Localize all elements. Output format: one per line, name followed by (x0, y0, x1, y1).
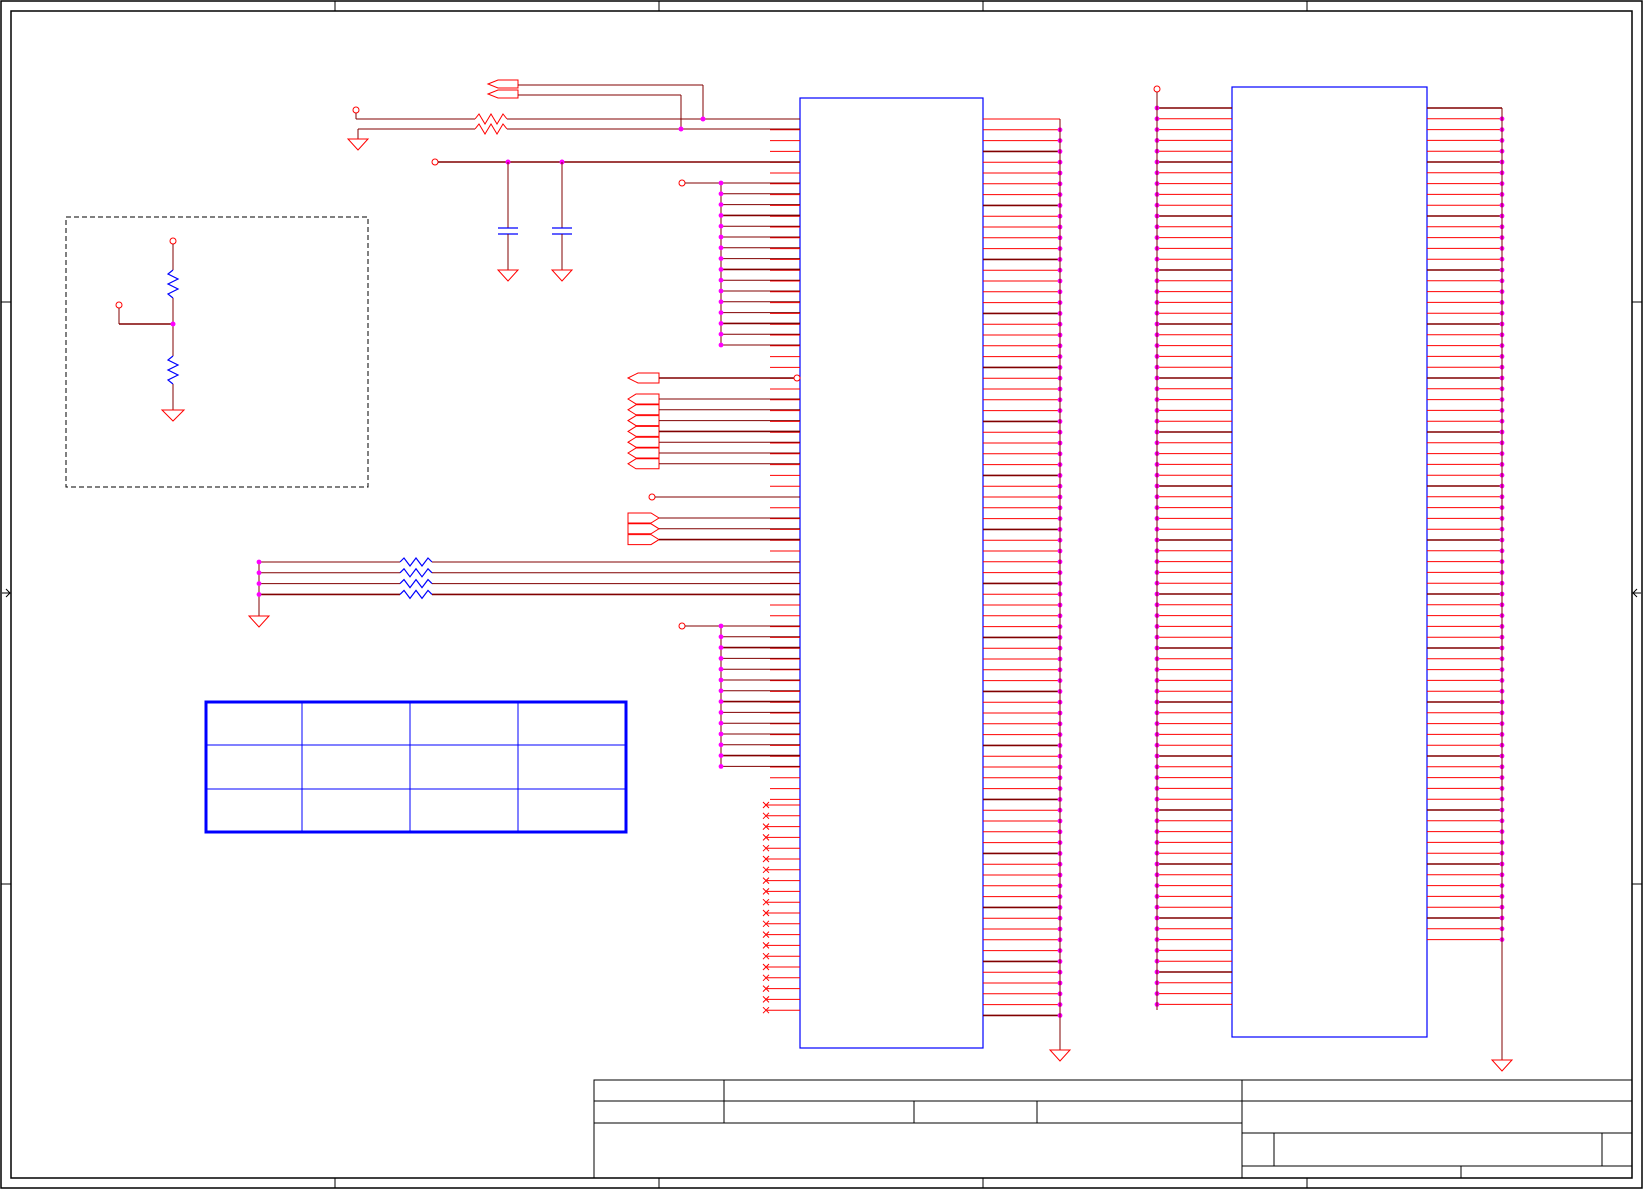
resistor-r1 (474, 113, 508, 125)
junction-dot (718, 677, 724, 683)
junction-dot (256, 570, 262, 576)
junction-dot (718, 191, 724, 197)
sheet-outer-border (0, 0, 1643, 1189)
connector-right-body (1231, 86, 1428, 1038)
ground-symbol-c1 (496, 269, 520, 282)
offpage-connector-2 (486, 89, 519, 99)
junction-dot (718, 753, 724, 758)
decoupling-caps (431, 158, 800, 282)
junction-dot (718, 623, 724, 629)
junction-dot (718, 645, 724, 650)
power-pin-3 (648, 493, 656, 501)
junction-dot (256, 559, 262, 565)
junction-dot (718, 256, 724, 261)
junction-dot (718, 234, 724, 240)
power-pin-bus-b (678, 622, 686, 630)
divider-resistor-top (166, 269, 180, 299)
connector-right-right-pins (1427, 107, 1505, 942)
connector-left-right-pins (983, 118, 1063, 1018)
offpage-connector (627, 415, 660, 427)
title-block (593, 1079, 1633, 1179)
junction-dot (718, 342, 724, 348)
resistor-r2 (474, 123, 508, 135)
ground-symbol-1 (346, 138, 370, 151)
junction-dot (718, 742, 724, 748)
power-pin-bus-a (678, 179, 686, 187)
sheet-inner-border (10, 10, 1633, 1179)
power-pin-2 (431, 158, 439, 166)
offpage-connector (627, 534, 660, 546)
junction-dot (718, 331, 724, 337)
resistor-array-element (399, 557, 433, 567)
junction-dot (256, 581, 262, 586)
junction-dot (718, 277, 724, 283)
junction-dot (718, 634, 724, 640)
junction-dot (718, 656, 724, 661)
voltage-divider-inset (65, 216, 369, 488)
connector-left-left-pins (770, 118, 800, 800)
connector-right (1154, 86, 1505, 1038)
pulled-up-bus-b (678, 622, 800, 769)
offpage-connector-3 (626, 372, 660, 384)
resistor-array-element (399, 578, 433, 589)
no-connect-pins (762, 801, 800, 1014)
top-resistor-network (346, 79, 800, 151)
power-pin-bus-2 (1153, 85, 1161, 93)
junction-dot (718, 731, 724, 737)
junction-dot (718, 764, 724, 769)
junction-dot (718, 267, 724, 272)
offpage-connector (627, 447, 660, 459)
divider-output-pin (115, 301, 123, 309)
junction-dot (718, 688, 724, 694)
config-table-border (204, 700, 628, 834)
connector-left (770, 97, 1063, 1049)
divider-power-pin (169, 237, 177, 245)
offpage-connector (627, 436, 660, 448)
ground-symbol-bus-2 (1490, 1059, 1514, 1072)
connector-left-body (799, 97, 984, 1049)
junction-dot (256, 592, 262, 597)
power-pin-1 (352, 106, 360, 114)
offpage-connector-1 (486, 79, 519, 89)
junction-dot (718, 223, 724, 229)
ground-symbol-bus-1 (1048, 1049, 1072, 1062)
ground-symbol-c2 (550, 269, 574, 282)
divider-ground (160, 409, 186, 422)
junction-dot (718, 666, 724, 672)
junction-dot (718, 299, 724, 305)
offpage-connector (627, 404, 660, 416)
offpage-connector (627, 425, 660, 437)
junction-dot (718, 245, 724, 251)
junction-dot (718, 710, 724, 715)
divider-resistor-bottom (166, 355, 180, 385)
offpage-connector (627, 393, 660, 405)
config-table (204, 700, 628, 834)
resistor-array-ground (247, 615, 271, 628)
resistor-array-element (399, 567, 433, 578)
zone-ticks (1, 1, 1642, 1188)
junction-dot (718, 288, 724, 294)
junction-dot (718, 202, 724, 208)
schematic-sheet (0, 0, 1643, 1189)
offpage-connector (627, 512, 660, 524)
resistor-array-element (399, 589, 433, 600)
junction-dot (718, 213, 724, 218)
connector-right-left-pins (1154, 105, 1232, 1007)
junction-dot (718, 720, 724, 726)
resistor-array (247, 557, 800, 628)
junction-dot (718, 180, 724, 186)
junction-dot (718, 321, 724, 326)
junction-dot (718, 699, 724, 704)
offpage-connector (627, 458, 660, 470)
inset-dashed-box (65, 216, 369, 488)
offpage-connector (627, 523, 660, 535)
junction-dot (718, 310, 724, 315)
